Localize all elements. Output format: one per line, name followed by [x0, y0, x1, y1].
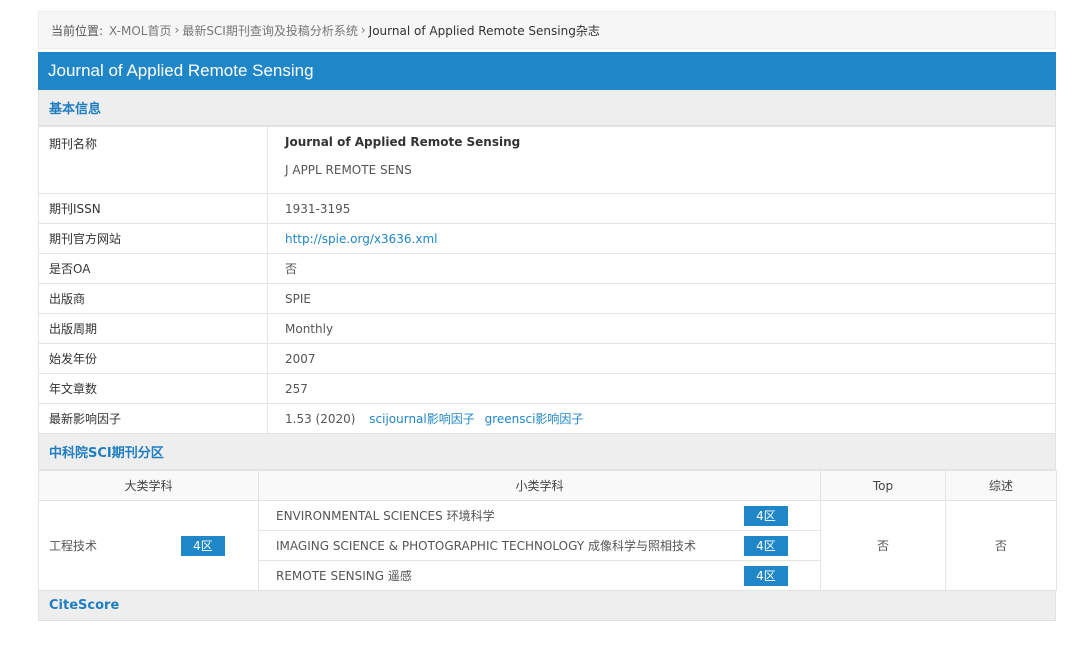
table-row: 期刊官方网站 http://spie.org/x3636.xml — [38, 223, 1056, 254]
table-row: 年文章数 257 — [38, 373, 1056, 404]
table-row: 最新影响因子 1.53 (2020) scijournal影响因子 greens… — [38, 403, 1056, 434]
col-header-top: Top — [820, 470, 946, 501]
minor-category-cell: ENVIRONMENTAL SCIENCES 环境科学 4区 — [258, 500, 821, 531]
journal-name-cell: Journal of Applied Remote Sensing J APPL… — [267, 126, 1056, 194]
impact-factor-label: 最新影响因子 — [38, 403, 268, 434]
publisher-label: 出版商 — [38, 283, 268, 314]
issn-value: 1931-3195 — [267, 193, 1056, 224]
col-header-major: 大类学科 — [38, 470, 259, 501]
table-row: 出版商 SPIE — [38, 283, 1056, 314]
breadcrumb-label: 当前位置: — [51, 23, 104, 38]
minor-category-name: IMAGING SCIENCE & PHOTOGRAPHIC TECHNOLOG… — [276, 539, 696, 553]
table-header-row: 大类学科 小类学科 Top 综述 — [38, 470, 1057, 501]
table-row: 始发年份 2007 — [38, 343, 1056, 374]
table-row: 是否OA 否 — [38, 253, 1056, 284]
top-value: 否 — [820, 500, 946, 591]
table-row: 期刊ISSN 1931-3195 — [38, 193, 1056, 224]
minor-category-cell: REMOTE SENSING 遥感 4区 — [258, 560, 821, 591]
publisher-value: SPIE — [267, 283, 1056, 314]
oa-value: 否 — [267, 253, 1056, 284]
col-header-minor: 小类学科 — [258, 470, 821, 501]
journal-full-name: Journal of Applied Remote Sensing — [285, 135, 521, 149]
frequency-value: Monthly — [267, 313, 1056, 344]
breadcrumb-home-link[interactable]: X-MOL首页 — [109, 22, 171, 39]
breadcrumb-current: Journal of Applied Remote Sensing杂志 — [368, 23, 600, 38]
citescore-heading-text: CiteScore — [49, 598, 120, 613]
breadcrumb-separator: › — [174, 23, 180, 37]
cas-zone-table: 大类学科 小类学科 Top 综述 工程技术 4区 ENVIRONMENTAL S… — [38, 470, 1057, 591]
breadcrumb: 当前位置: X-MOL首页 › 最新SCI期刊查询及投稿分析系统 › Journ… — [38, 11, 1056, 49]
basic-info-heading: 基本信息 — [38, 90, 1056, 126]
table-row: 工程技术 4区 ENVIRONMENTAL SCIENCES 环境科学 4区 否… — [38, 500, 1057, 591]
journal-title-bar: Journal of Applied Remote Sensing — [38, 52, 1056, 90]
website-label: 期刊官方网站 — [38, 223, 268, 254]
breadcrumb-sci-query-link[interactable]: 最新SCI期刊查询及投稿分析系统 — [182, 22, 358, 39]
page-container: 当前位置: X-MOL首页 › 最新SCI期刊查询及投稿分析系统 › Journ… — [38, 0, 1057, 621]
citescore-heading: CiteScore — [38, 591, 1056, 621]
website-link[interactable]: http://spie.org/x3636.xml — [285, 232, 437, 246]
breadcrumb-separator: › — [360, 23, 366, 37]
review-value: 否 — [945, 500, 1057, 591]
website-cell: http://spie.org/x3636.xml — [267, 223, 1056, 254]
oa-label: 是否OA — [38, 253, 268, 284]
table-row: 期刊名称 Journal of Applied Remote Sensing J… — [38, 126, 1056, 194]
impact-factor-cell: 1.53 (2020) scijournal影响因子 greensci影响因子 — [267, 403, 1056, 434]
minor-zone-badge: 4区 — [744, 535, 788, 556]
start-year-label: 始发年份 — [38, 343, 268, 374]
minor-category-cell: IMAGING SCIENCE & PHOTOGRAPHIC TECHNOLOG… — [258, 530, 821, 561]
table-row: 出版周期 Monthly — [38, 313, 1056, 344]
articles-label: 年文章数 — [38, 373, 268, 404]
cas-zone-heading-text: 中科院SCI期刊分区 — [49, 446, 164, 461]
col-header-review: 综述 — [945, 470, 1057, 501]
issn-label: 期刊ISSN — [38, 193, 268, 224]
minor-category-name: REMOTE SENSING 遥感 — [276, 569, 412, 583]
frequency-label: 出版周期 — [38, 313, 268, 344]
basic-info-table: 期刊名称 Journal of Applied Remote Sensing J… — [38, 126, 1056, 434]
basic-info-heading-text: 基本信息 — [49, 102, 102, 117]
journal-title: Journal of Applied Remote Sensing — [48, 61, 314, 80]
major-category-name: 工程技术 — [49, 539, 98, 553]
minor-category-name: ENVIRONMENTAL SCIENCES 环境科学 — [276, 509, 495, 523]
impact-factor-value: 1.53 (2020) — [285, 412, 356, 426]
journal-name-label: 期刊名称 — [38, 126, 268, 194]
start-year-value: 2007 — [267, 343, 1056, 374]
cas-zone-heading: 中科院SCI期刊分区 — [38, 434, 1056, 470]
major-category-cell: 工程技术 4区 — [38, 500, 259, 591]
major-zone-badge: 4区 — [181, 535, 225, 556]
articles-value: 257 — [267, 373, 1056, 404]
minor-zone-badge: 4区 — [744, 565, 788, 586]
minor-zone-badge: 4区 — [744, 505, 788, 526]
scijournal-if-link[interactable]: scijournal影响因子 — [369, 412, 474, 426]
greensci-if-link[interactable]: greensci影响因子 — [485, 412, 584, 426]
journal-abbreviation: J APPL REMOTE SENS — [285, 163, 412, 177]
